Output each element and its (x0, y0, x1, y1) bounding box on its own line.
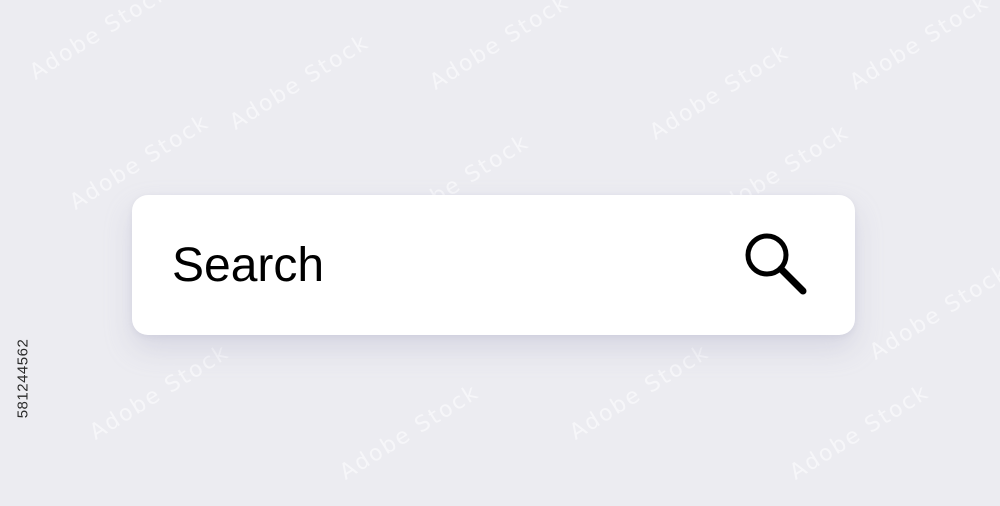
stock-id-text: 581244562 (14, 338, 32, 418)
watermark-text: Adobe Stock (565, 339, 714, 446)
watermark-text: Adobe Stock (335, 379, 484, 486)
watermark-text: Adobe Stock (85, 339, 234, 446)
watermark-text: Adobe Stock (25, 0, 174, 86)
magnifying-glass-icon (745, 233, 807, 295)
stock-id-label: 581244562 (14, 268, 32, 488)
search-input[interactable] (172, 225, 732, 305)
search-button[interactable] (737, 225, 823, 311)
screen: Adobe Stock Adobe Stock Adobe Stock Adob… (0, 0, 1000, 506)
watermark-text: Adobe Stock (865, 259, 1000, 366)
watermark-text: Adobe Stock (425, 0, 574, 96)
watermark-text: Adobe Stock (645, 39, 794, 146)
watermark-text: Adobe Stock (845, 0, 994, 96)
search-bar[interactable] (132, 195, 855, 335)
watermark-text: Adobe Stock (225, 29, 374, 136)
watermark-text: Adobe Stock (785, 379, 934, 486)
